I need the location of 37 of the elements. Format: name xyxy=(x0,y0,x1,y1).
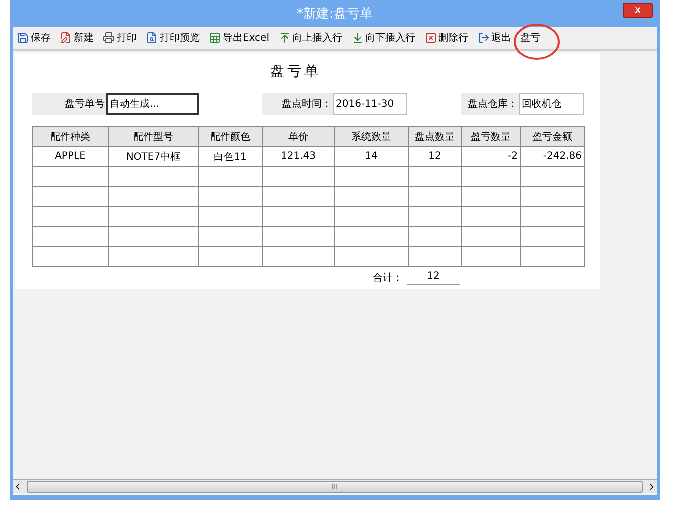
total-value: 12 xyxy=(407,271,460,285)
table-cell: 白色11 xyxy=(198,146,262,166)
toolbar-button[interactable]: 删除行 xyxy=(424,31,468,45)
toolbar-button[interactable]: 导出Excel xyxy=(209,31,270,45)
form-title: 盘亏单 xyxy=(270,63,322,81)
toolbar-button[interactable]: 新建 xyxy=(60,31,94,45)
field-label: 盘点仓库： xyxy=(461,93,519,115)
toolbar-button[interactable]: 向下插入行 xyxy=(352,31,416,45)
input-field[interactable]: 2016-11-30 xyxy=(333,93,407,115)
close-button[interactable]: x xyxy=(623,3,653,18)
table-cell: APPLE xyxy=(32,146,108,166)
column-header: 配件型号 xyxy=(108,126,198,146)
table-cell: 14 xyxy=(334,146,408,166)
column-header: 配件种类 xyxy=(32,126,108,146)
toolbar-button[interactable]: 打印预览 xyxy=(146,31,200,45)
toolbar-button[interactable]: 盘亏 xyxy=(520,31,540,45)
field-label: 盘点时间： xyxy=(262,93,333,115)
table-cell: 12 xyxy=(408,146,462,166)
column-header: 单价 xyxy=(262,126,334,146)
column-header: 盘点数量 xyxy=(408,126,462,146)
input-field[interactable]: 自动生成... xyxy=(106,93,199,115)
window-title: *新建:盘亏单 xyxy=(297,6,373,22)
table-cell: -242.86 xyxy=(520,146,584,166)
column-header: 系统数量 xyxy=(334,126,408,146)
table-cell: 121.43 xyxy=(262,146,334,166)
column-header: 盈亏金额 xyxy=(520,126,584,146)
total-label: 合计： xyxy=(373,272,403,285)
table-cell: NOTE7中框 xyxy=(108,146,198,166)
toolbar-button[interactable]: 打印 xyxy=(103,31,137,45)
column-header: 配件颜色 xyxy=(198,126,262,146)
table-cell: -2 xyxy=(462,146,520,166)
toolbar-button[interactable]: 向上插入行 xyxy=(278,31,342,45)
column-header: 盈亏数量 xyxy=(462,126,520,146)
toolbar-button[interactable]: 退出 xyxy=(478,31,512,45)
toolbar-button[interactable]: 保存 xyxy=(17,31,51,45)
field-label: 盘亏单号 xyxy=(32,93,106,115)
input-field[interactable]: 回收机仓 xyxy=(519,93,584,115)
